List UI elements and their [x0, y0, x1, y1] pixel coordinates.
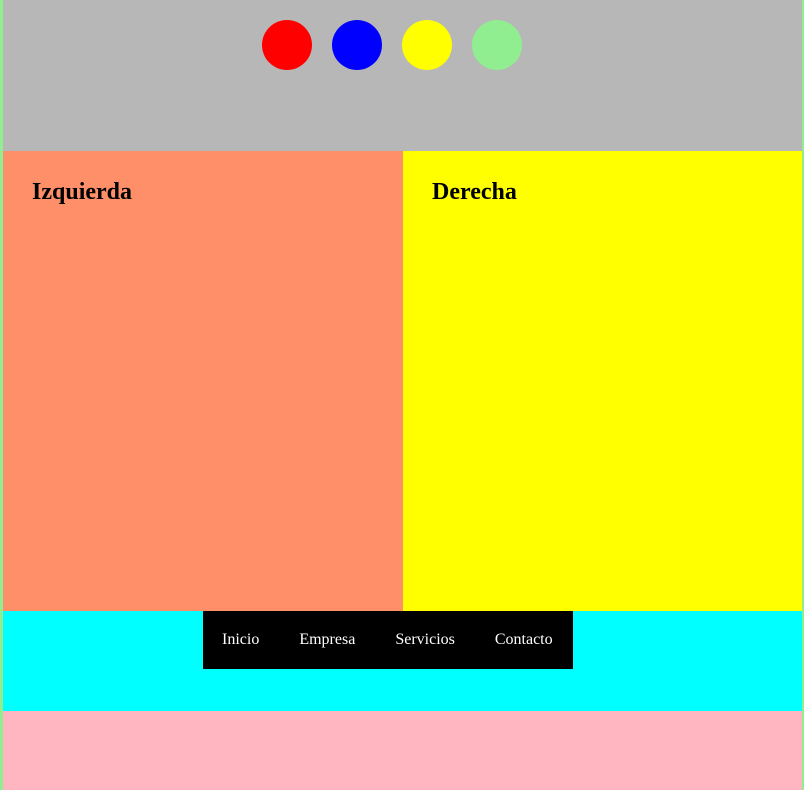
circle-group — [262, 20, 522, 70]
nav-link-inicio[interactable]: Inicio — [222, 632, 259, 648]
nav-band: Inicio Empresa Servicios Contacto — [3, 611, 802, 711]
nav-link-servicios[interactable]: Servicios — [395, 632, 455, 648]
main-nav: Inicio Empresa Servicios Contacto — [203, 611, 573, 669]
green-circle — [472, 20, 522, 70]
header — [3, 0, 802, 151]
page-container: Izquierda Derecha Inicio Empresa Servici… — [3, 0, 802, 790]
red-circle — [262, 20, 312, 70]
right-column-title: Derecha — [432, 179, 517, 205]
page-background: Izquierda Derecha Inicio Empresa Servici… — [0, 0, 804, 790]
yellow-circle — [402, 20, 452, 70]
footer — [3, 711, 802, 790]
right-column: Derecha — [403, 151, 802, 611]
blue-circle — [332, 20, 382, 70]
left-column-title: Izquierda — [32, 179, 133, 205]
nav-link-contacto[interactable]: Contacto — [495, 632, 553, 648]
left-column: Izquierda — [3, 151, 403, 611]
nav-link-empresa[interactable]: Empresa — [299, 632, 355, 648]
